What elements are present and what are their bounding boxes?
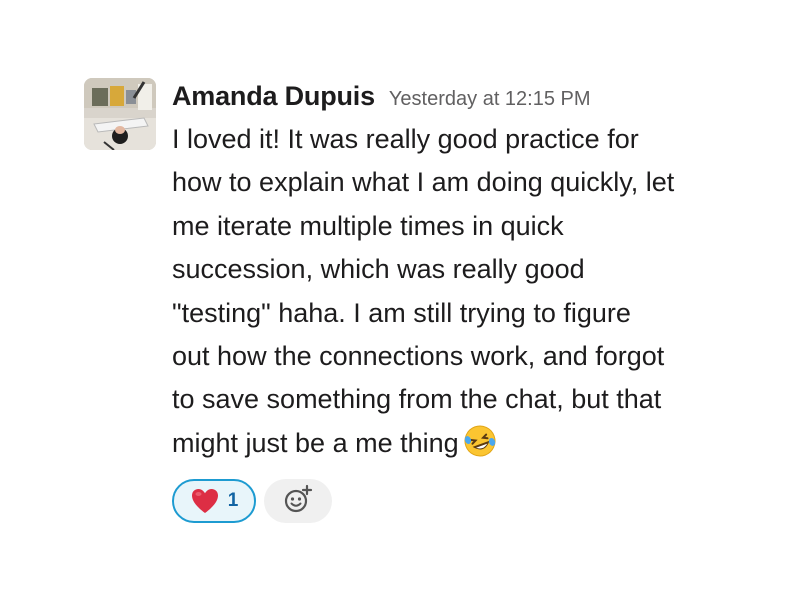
message-content: Amanda Dupuis Yesterday at 12:15 PM I lo… bbox=[172, 78, 732, 524]
reaction-bar: 1 bbox=[172, 479, 732, 524]
rolling-on-floor-laughing-emoji bbox=[463, 424, 497, 458]
message: Amanda Dupuis Yesterday at 12:15 PM I lo… bbox=[84, 78, 764, 524]
add-reaction-button[interactable] bbox=[264, 479, 332, 524]
message-timestamp[interactable]: Yesterday at 12:15 PM bbox=[389, 81, 591, 117]
author-name[interactable]: Amanda Dupuis bbox=[172, 78, 375, 114]
avatar-photo bbox=[84, 78, 156, 150]
reaction-count: 1 bbox=[227, 490, 239, 512]
add-reaction-icon bbox=[282, 483, 314, 520]
avatar[interactable] bbox=[84, 78, 156, 150]
red-heart-emoji bbox=[190, 486, 220, 516]
message-text: I loved it! It was really good practice … bbox=[172, 124, 675, 458]
message-body: I loved it! It was really good practice … bbox=[172, 118, 732, 465]
message-header: Amanda Dupuis Yesterday at 12:15 PM bbox=[172, 78, 732, 114]
heart-reaction-button[interactable]: 1 bbox=[172, 479, 256, 524]
